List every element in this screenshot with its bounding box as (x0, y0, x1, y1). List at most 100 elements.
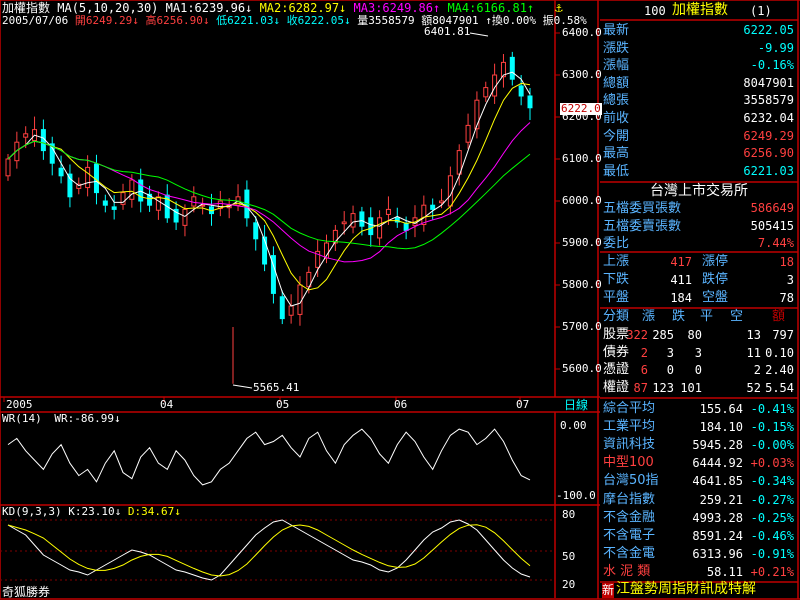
index-value: 4993.28 (692, 510, 743, 525)
index-row[interactable]: 不含電子 8591.24 -0.46% (600, 527, 798, 545)
candle-body (430, 204, 436, 210)
index-change: -0.25% (750, 510, 794, 525)
chart-header-line2: 2005/07/06 開6249.29↓ 高6256.90↓ 低6221.03↓… (2, 15, 587, 27)
stat-row: 上漲 417 漲停 18 (600, 254, 798, 270)
header-ma2: MA2:6282.97↓ (259, 1, 347, 15)
index-row[interactable]: 資訊科技 5945.28 -0.00% (600, 436, 798, 454)
quote-row: 總額 8047901 (600, 75, 798, 92)
index-row[interactable]: 綜合平均 155.64 -0.41% (600, 400, 798, 418)
index-row[interactable]: 台灣50指 4641.85 -0.34% (600, 472, 798, 490)
index-change: +0.21% (750, 564, 794, 579)
header-ma3: MA3:6249.86↑ (353, 1, 441, 15)
index-row[interactable]: 水 泥 類 58.11 +0.21% (600, 563, 798, 581)
quote-value: 6256.90 (743, 146, 794, 161)
price-axis-label: 5800.0 (562, 278, 602, 291)
time-axis-label: 04 (160, 398, 174, 411)
header-date: 2005/07/06 (2, 14, 69, 27)
index-row[interactable]: 中型100 6444.92 +0.03% (600, 454, 798, 472)
header-title: 加權指數 (2, 1, 51, 15)
candle-body (483, 87, 489, 98)
price-axis-label: 6400.0 (562, 26, 602, 39)
index-change: +0.03% (750, 456, 794, 471)
index-name: 不含電子 (603, 527, 656, 543)
quote-value: 6222.05 (743, 23, 794, 37)
classification-name: 憑證 (603, 362, 630, 377)
stat-label-2: 跌停 (702, 272, 729, 287)
classification-name: 債券 (603, 344, 630, 360)
wr-axis-top: 0.00 (560, 419, 587, 432)
classification-header-cell: 漲 (642, 309, 656, 324)
index-name: 資訊科技 (603, 437, 656, 453)
candle-body (341, 221, 347, 225)
wr-line (7, 428, 531, 486)
price-axis-label: 5900.0 (562, 236, 602, 249)
annotation-low: 5565.41 (253, 381, 300, 394)
header-high: 高6256.90↓ (145, 14, 210, 27)
panel-title: 加權指數 (672, 2, 728, 18)
index-value: 6444.92 (692, 456, 743, 471)
d-polyline (7, 524, 531, 577)
annotation-high: 6401.81 (424, 25, 471, 38)
index-value: 58.11 (706, 564, 743, 579)
quote-value: 6221.03 (743, 163, 794, 178)
panel-title-suffix: (1) (750, 4, 772, 18)
index-name: 不含金電 (603, 545, 656, 561)
chart-header-line1: 加權指數 MA(5,10,20,30) MA1:6239.96↓ MA2:628… (2, 1, 534, 15)
index-row[interactable]: 不含金電 6313.96 -0.91% (600, 545, 798, 563)
classification-cell: 322 (626, 328, 648, 342)
classification-cell: 2.40 (765, 363, 794, 377)
time-axis-label: 07 (516, 398, 530, 411)
classification-cell: 80 (687, 328, 702, 342)
classification-cell: 52 (746, 380, 761, 395)
classification-header: 分類漲 跌平 空 額 (600, 309, 798, 326)
index-row[interactable]: 不含金融 4993.28 -0.25% (600, 509, 798, 527)
index-row[interactable]: 工業平均 184.10 -0.15% (600, 418, 798, 436)
index-change: -0.91% (750, 546, 794, 561)
candle-body (297, 284, 303, 315)
anchor-icon[interactable]: ⚓ (555, 1, 563, 16)
quote-label: 最低 (603, 163, 630, 179)
candle-body (527, 95, 533, 109)
wr-value: WR:-86.99↓ (54, 412, 121, 425)
quote-label: 總張 (603, 93, 630, 109)
footer-brand: 奇狐勝券 (2, 585, 51, 599)
panel-title-bar[interactable]: 100 加權指數 (1) (600, 1, 798, 21)
k-polyline (7, 519, 531, 581)
classification-cell: 123 (652, 380, 674, 395)
header-ma1: MA1:6239.96↓ (165, 1, 253, 15)
quote-value: -0.16% (750, 58, 794, 73)
annotation-high-pointer (469, 32, 489, 37)
quote-value: 3558579 (743, 93, 794, 108)
classification-cell: 285 (652, 328, 674, 342)
x-axis-unit[interactable]: 日線 (564, 398, 588, 412)
ticker-tag: 新 (602, 583, 615, 598)
candle-body (439, 200, 445, 204)
news-ticker[interactable]: 新 江盤勢周指財訊成特解 (600, 582, 798, 599)
time-axis-label: 06 (394, 398, 408, 411)
kd-lines (7, 519, 531, 581)
stat-value-2: 78 (779, 291, 794, 305)
index-change: -0.15% (750, 420, 794, 435)
index-value: 155.64 (699, 402, 743, 416)
kd-axis-20: 20 (562, 578, 576, 591)
classification-cell: 0 (666, 363, 674, 377)
panel-title-num: 100 (644, 4, 666, 18)
classification-cell: 797 (772, 328, 794, 342)
index-name: 水 泥 類 (603, 563, 651, 579)
candle-body (279, 296, 285, 320)
stat-label-2: 空盤 (702, 290, 729, 305)
kd-label: KD(9,3,3) (2, 505, 62, 518)
index-value: 184.10 (699, 420, 743, 435)
quote-row: 最低 6221.03 (600, 163, 798, 180)
candle-body (102, 200, 108, 206)
index-row[interactable]: 摩台指數 259.21 -0.27% (600, 491, 798, 509)
candle-body (350, 213, 356, 228)
market-title: 台灣上市交易所 (650, 183, 748, 199)
index-value: 5945.28 (692, 438, 743, 453)
quote-label: 漲幅 (603, 58, 630, 74)
candle-body (465, 124, 471, 143)
price-axis-label: 6000.0 (562, 194, 602, 207)
header-chg: ↑換0.00% (485, 14, 537, 27)
classification-cell: 2 (753, 363, 761, 377)
candle-body (23, 133, 29, 138)
